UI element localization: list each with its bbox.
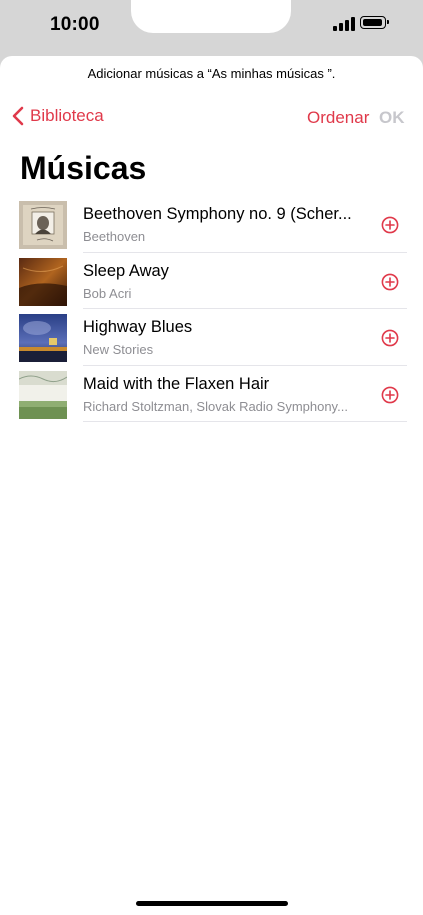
add-circle-icon[interactable]	[381, 329, 399, 347]
blue-sky-artwork	[19, 314, 67, 363]
add-circle-icon[interactable]	[381, 386, 399, 404]
song-artist: Richard Stoltzman, Slovak Radio Symphony…	[83, 398, 348, 414]
add-circle-icon[interactable]	[381, 273, 399, 291]
song-row[interactable]: Sleep Away Bob Acri	[0, 253, 423, 310]
back-button[interactable]: Biblioteca	[12, 106, 104, 126]
chevron-left-icon	[12, 106, 24, 126]
songs-list: Beethoven Symphony no. 9 (Scher... Beeth…	[0, 196, 423, 423]
row-divider	[83, 421, 407, 423]
song-artist: Bob Acri	[83, 285, 132, 301]
status-time: 10:00	[50, 14, 100, 35]
status-bar: 10:00	[0, 0, 423, 56]
battery-icon	[360, 16, 389, 29]
add-circle-icon[interactable]	[381, 216, 399, 234]
song-title: Beethoven Symphony no. 9 (Scher...	[83, 205, 352, 223]
richard-stoltzman-album-artwork	[19, 370, 67, 419]
navigation-bar: Biblioteca Ordenar OK	[0, 104, 423, 134]
page-title: Músicas	[20, 150, 147, 186]
home-indicator[interactable]	[136, 901, 288, 906]
ok-button[interactable]: OK	[379, 108, 405, 128]
song-title: Sleep Away	[83, 261, 169, 280]
sheet-prompt: Adicionar músicas a “As minhas músicas ”…	[87, 66, 336, 81]
back-button-label: Biblioteca	[30, 106, 104, 125]
song-row[interactable]: Maid with the Flaxen Hair Richard Stoltz…	[0, 366, 423, 423]
beethoven-portrait-artwork	[19, 201, 67, 249]
sort-button[interactable]: Ordenar	[307, 108, 369, 128]
device-notch	[131, 0, 291, 33]
song-title: Maid with the Flaxen Hair	[83, 374, 270, 393]
cellular-signal-icon	[333, 17, 355, 31]
piano-artwork	[19, 257, 67, 306]
song-row[interactable]: Beethoven Symphony no. 9 (Scher... Beeth…	[0, 196, 423, 253]
add-music-sheet: Adicionar músicas a “As minhas músicas ”…	[0, 56, 423, 915]
song-title: Highway Blues	[83, 318, 193, 337]
song-row[interactable]: Highway Blues New Stories	[0, 309, 423, 366]
song-artist: New Stories	[83, 342, 154, 358]
song-artist: Beethoven	[83, 229, 146, 244]
phone-screen: 10:00 Adicionar músicas a “As minhas mús…	[0, 0, 423, 915]
